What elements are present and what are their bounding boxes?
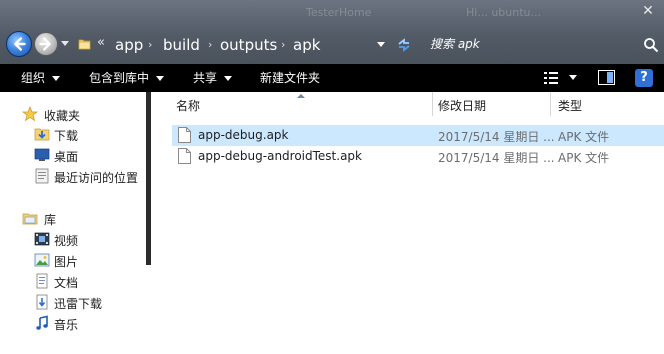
breadcrumb-app[interactable]: app [115, 36, 143, 54]
desktop-icon [34, 148, 50, 161]
folder-icon [78, 39, 91, 50]
help-button[interactable]: ? [635, 69, 653, 87]
close-button[interactable]: ✕ [632, 0, 664, 22]
star-icon [22, 106, 38, 122]
nav-desktop[interactable]: 桌面 [0, 145, 146, 165]
file-type: APK 文件 [558, 151, 610, 165]
back-button[interactable] [6, 31, 32, 57]
file-row[interactable]: app-debug.apk 2017/5/14 星期日 ... APK 文件 [172, 125, 664, 146]
breadcrumb-build[interactable]: build [163, 36, 200, 54]
nav-label: 下载 [54, 129, 79, 143]
nav-label: 迅雷下载 [54, 297, 103, 311]
caret-down-icon [52, 76, 61, 81]
view-options-icon[interactable] [543, 70, 559, 86]
organize-label: 组织 [21, 71, 46, 85]
search-icon[interactable] [643, 37, 659, 53]
organize-button[interactable]: 组织 [21, 64, 61, 92]
nav-label: 最近访问的位置 [54, 171, 139, 185]
file-name: app-debug-androidTest.apk [198, 149, 362, 163]
file-icon [178, 127, 191, 143]
nav-label: 音乐 [54, 318, 79, 332]
window-title: TesterHome [306, 6, 372, 19]
pictures-icon [34, 253, 50, 267]
nav-scrollbar[interactable] [146, 92, 151, 265]
nav-videos[interactable]: 视频 [0, 229, 146, 249]
library-icon [22, 213, 38, 225]
nav-label: 文档 [54, 276, 79, 290]
nav-label: 库 [44, 213, 57, 227]
caret-down-icon [156, 76, 165, 81]
nav-downloads[interactable]: 下载 [0, 124, 146, 144]
new-folder-button[interactable]: 新建文件夹 [260, 64, 320, 92]
column-header-type[interactable]: 类型 [558, 97, 582, 114]
address-dropdown-button[interactable] [377, 42, 385, 47]
nav-documents[interactable]: 文档 [0, 271, 146, 291]
file-row[interactable]: app-debug-androidTest.apk 2017/5/14 星期日 … [172, 146, 664, 167]
xunlei-download-icon [36, 294, 48, 310]
share-label: 共享 [193, 71, 218, 85]
column-divider[interactable] [550, 92, 551, 116]
breadcrumb-separator[interactable]: › [148, 38, 152, 51]
refresh-icon[interactable] [395, 36, 413, 54]
breadcrumb-separator[interactable]: › [281, 38, 285, 51]
column-header-name[interactable]: 名称 [176, 97, 200, 114]
nav-xunlei-downloads[interactable]: 迅雷下载 [0, 292, 146, 312]
file-icon [178, 148, 191, 164]
music-icon [36, 315, 48, 330]
nav-label: 桌面 [54, 150, 79, 164]
nav-music[interactable]: 音乐 [0, 313, 146, 333]
column-divider[interactable] [432, 92, 433, 116]
downloads-folder-icon [34, 128, 50, 141]
nav-favorites[interactable]: 收藏夹 [0, 104, 146, 124]
file-type: APK 文件 [558, 130, 610, 144]
breadcrumb-apk[interactable]: apk [293, 36, 320, 54]
include-in-library-label: 包含到库中 [89, 71, 150, 85]
address-bar[interactable]: « app › build › outputs › apk [74, 33, 390, 57]
file-modified: 2017/5/14 星期日 ... [438, 130, 555, 144]
recent-places-icon [35, 168, 49, 184]
sort-ascending-icon [297, 94, 305, 98]
caret-down-icon [224, 76, 233, 81]
arrow-right-icon [39, 37, 51, 51]
share-button[interactable]: 共享 [193, 64, 233, 92]
include-in-library-button[interactable]: 包含到库中 [89, 64, 165, 92]
view-dropdown-button[interactable] [569, 75, 577, 80]
breadcrumb-separator[interactable]: › [208, 38, 212, 51]
history-dropdown-button[interactable] [61, 41, 69, 46]
breadcrumb-overflow[interactable]: « [97, 35, 105, 50]
file-modified: 2017/5/14 星期日 ... [438, 151, 555, 165]
command-bar: 组织 包含到库中 共享 新建文件夹 [0, 64, 664, 92]
nav-recent-places[interactable]: 最近访问的位置 [0, 166, 146, 186]
column-headers: 名称 修改日期 类型 [152, 92, 664, 116]
forward-button[interactable] [34, 32, 58, 56]
video-icon [34, 232, 50, 246]
nav-pictures[interactable]: 图片 [0, 250, 146, 270]
search-input[interactable]: 搜索 apk [430, 35, 654, 55]
documents-icon [36, 273, 48, 289]
file-name: app-debug.apk [198, 128, 289, 142]
nav-label: 收藏夹 [44, 109, 81, 123]
breadcrumb-outputs[interactable]: outputs [220, 36, 277, 54]
preview-pane-icon[interactable] [598, 70, 615, 85]
arrow-left-icon [14, 37, 26, 51]
column-header-modified[interactable]: 修改日期 [438, 97, 486, 114]
nav-label: 视频 [54, 234, 79, 248]
window-title-right: Hi... ubuntu... [466, 6, 541, 19]
nav-label: 图片 [54, 255, 79, 269]
nav-libraries[interactable]: 库 [0, 208, 146, 228]
